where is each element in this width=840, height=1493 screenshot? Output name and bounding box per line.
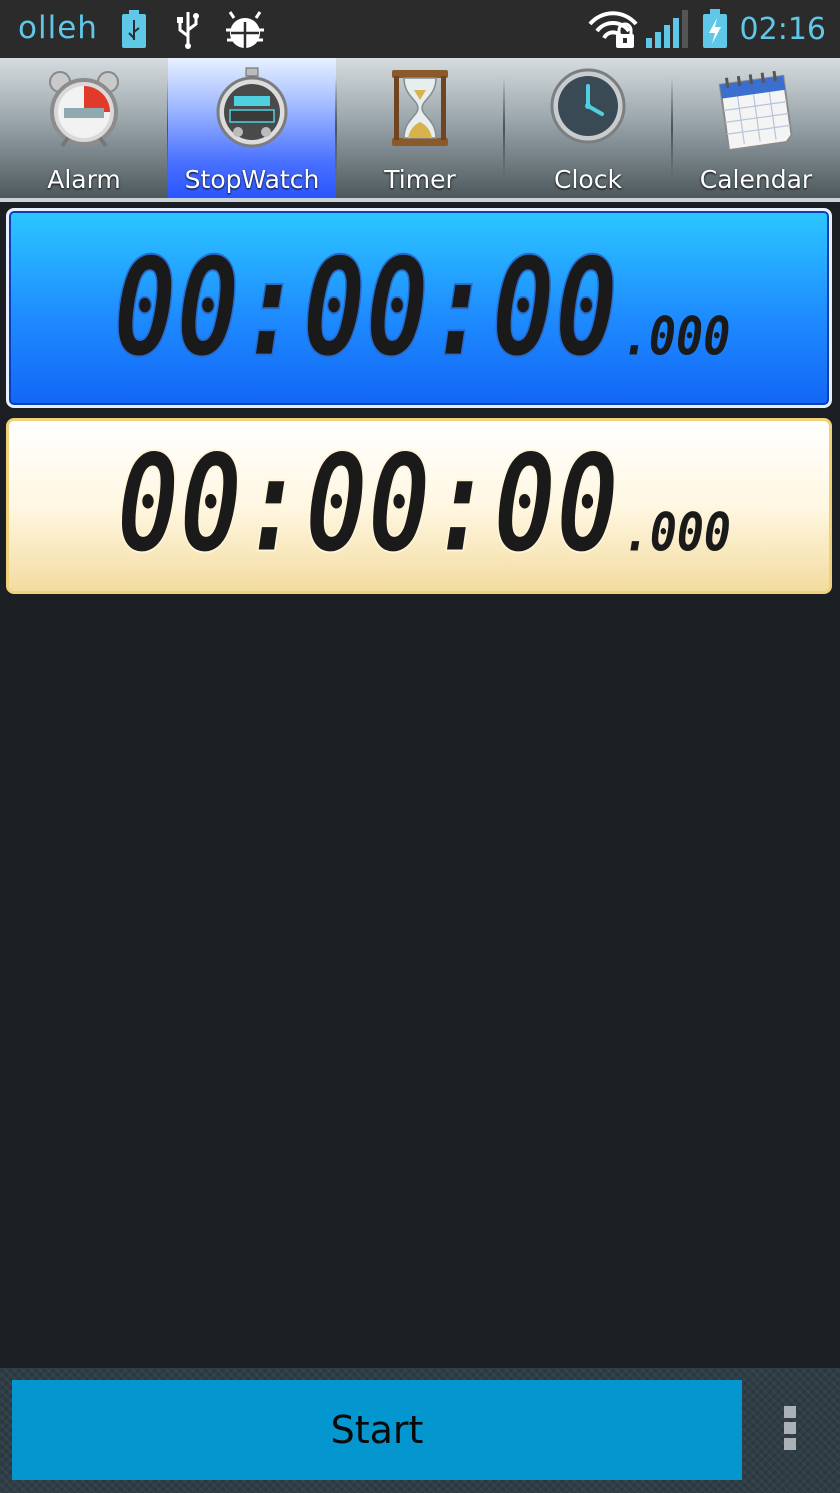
alarm-clock-icon xyxy=(49,71,119,148)
tab-clock[interactable]: Clock xyxy=(504,58,672,198)
menu-dot xyxy=(784,1406,796,1418)
tab-calendar-label: Calendar xyxy=(699,165,813,194)
start-button-label: Start xyxy=(330,1408,424,1452)
tab-bar: Alarm StopWatch Timer Clock Calendar xyxy=(0,58,840,202)
bottom-bar: Start xyxy=(0,1368,840,1493)
start-button[interactable]: Start xyxy=(12,1380,742,1480)
overflow-menu-icon[interactable] xyxy=(770,1398,810,1458)
main-time-digits: 00:00:00 .000 xyxy=(112,229,731,389)
tab-clock-label: Clock xyxy=(554,165,622,194)
lap-time-hms: 00:00:00 xyxy=(117,424,619,582)
main-time-hms: 00:00:00 xyxy=(113,230,617,388)
tab-alarm-label: Alarm xyxy=(47,165,121,194)
usb-storage-icon xyxy=(122,10,146,48)
main-time-ms: .000 xyxy=(622,307,731,368)
status-bar: olleh 02:16 xyxy=(0,0,840,59)
signal-icon xyxy=(646,10,688,48)
hourglass-icon xyxy=(392,70,448,146)
stopwatch-icon xyxy=(216,67,288,148)
lap-time-ms: .000 xyxy=(623,503,731,563)
usb-icon xyxy=(177,12,199,49)
clock-time: 02:16 xyxy=(739,12,826,47)
tab-calendar[interactable]: Calendar xyxy=(672,58,840,198)
carrier-label: olleh xyxy=(18,10,98,46)
menu-dot xyxy=(784,1422,796,1434)
tab-stopwatch[interactable]: StopWatch xyxy=(168,58,336,198)
stopwatch-lap-display: 00:00:00 .000 xyxy=(6,418,832,594)
calendar-icon xyxy=(718,70,793,150)
battery-charging-icon xyxy=(703,9,727,48)
lap-time-digits: 00:00:00 .000 xyxy=(116,423,731,583)
wifi-locked-icon xyxy=(588,11,638,48)
clock-icon xyxy=(550,68,626,144)
tab-stopwatch-label: StopWatch xyxy=(184,165,320,194)
tab-timer-label: Timer xyxy=(384,165,456,194)
tab-alarm[interactable]: Alarm xyxy=(0,58,168,198)
menu-dot xyxy=(784,1438,796,1450)
tab-timer[interactable]: Timer xyxy=(336,58,504,198)
android-debug-icon xyxy=(226,11,264,48)
stopwatch-main-display: 00:00:00 .000 xyxy=(6,208,832,408)
